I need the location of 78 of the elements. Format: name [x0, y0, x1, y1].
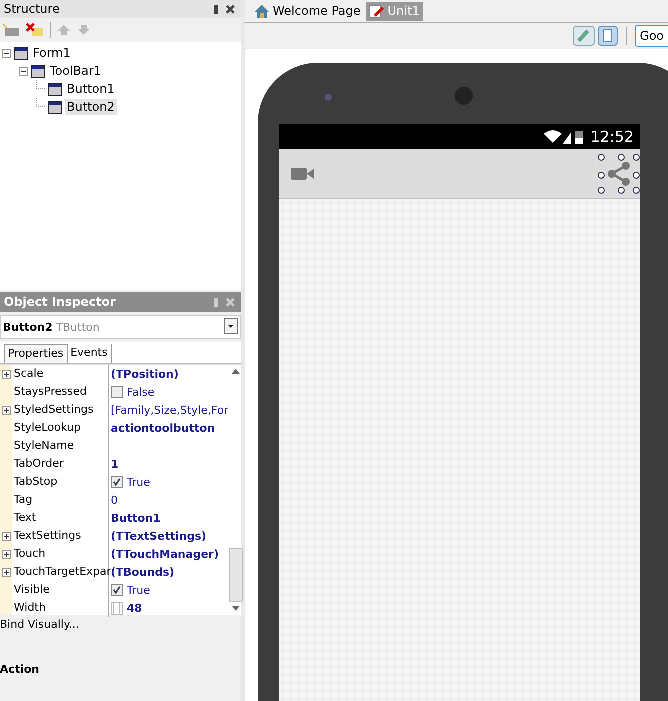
scrollbar-thumb[interactable]: [228, 548, 243, 602]
scroll-up-icon[interactable]: [232, 369, 240, 374]
selection-handle-icon[interactable]: [633, 154, 640, 160]
expand-icon[interactable]: [2, 568, 10, 576]
property-name: StyleLookup: [12, 419, 109, 437]
camera-lens-icon: [325, 94, 332, 101]
tree-item[interactable]: Button1: [65, 81, 117, 97]
film-strip-icon: [111, 602, 123, 614]
property-name: TextSettings: [12, 527, 109, 545]
expand-icon[interactable]: [2, 532, 10, 540]
checkbox[interactable]: [111, 476, 123, 488]
property-value[interactable]: Button1: [111, 512, 161, 524]
property-value[interactable]: True: [127, 584, 150, 596]
checkbox[interactable]: [111, 386, 123, 398]
property-name: Width: [12, 599, 109, 617]
close-icon[interactable]: [226, 4, 235, 14]
collapse-toggle-icon[interactable]: [19, 66, 28, 76]
collapse-toggle-icon[interactable]: [2, 48, 11, 58]
property-name: TabOrder: [12, 455, 109, 473]
property-value[interactable]: [Family,Size,Style,For: [111, 404, 229, 416]
property-value[interactable]: actiontoolbutton: [111, 422, 216, 434]
panel-title: Object Inspector: [4, 295, 116, 309]
view-selector-button[interactable]: Goo: [635, 25, 668, 47]
property-value[interactable]: (TTouchManager): [111, 548, 219, 560]
property-value[interactable]: 1: [111, 458, 119, 470]
inspector-tab[interactable]: Properties: [4, 344, 68, 363]
form-icon: [48, 100, 62, 114]
video-camera-icon[interactable]: [291, 166, 315, 180]
property-name: StaysPressed: [12, 383, 109, 401]
speaker-grille-icon: [455, 87, 473, 105]
delete-icon[interactable]: [26, 23, 44, 37]
object-selector[interactable]: Button2 TButton: [0, 315, 241, 339]
selection-handle-icon[interactable]: [618, 186, 625, 194]
property-name: Scale: [12, 365, 109, 383]
signal-battery-icon: [542, 128, 585, 144]
house-icon: [254, 4, 270, 18]
property-value[interactable]: (TPosition): [111, 368, 179, 380]
property-value[interactable]: (TBounds): [111, 566, 175, 578]
property-name: Tag: [12, 491, 109, 509]
inspector-tab[interactable]: Events: [68, 344, 112, 363]
property-value[interactable]: False: [127, 386, 155, 398]
selection-handle-icon[interactable]: [598, 172, 605, 178]
selection-handle-icon[interactable]: [598, 186, 605, 194]
property-name: TabStop: [12, 473, 109, 491]
pin-icon[interactable]: [214, 4, 218, 14]
property-value[interactable]: 0: [111, 494, 118, 506]
property-name: StyledSettings: [12, 401, 109, 419]
tree-item[interactable]: Form1: [31, 45, 73, 61]
phone-view-icon[interactable]: [598, 26, 618, 46]
bind-visually-link[interactable]: Bind Visually...: [0, 615, 241, 631]
property-value[interactable]: True: [127, 476, 150, 488]
tree-item[interactable]: Button2: [65, 99, 117, 115]
checkbox[interactable]: [111, 584, 123, 596]
editor-tab[interactable]: Welcome Page: [251, 2, 364, 20]
form-icon: [31, 64, 45, 78]
expand-icon[interactable]: [2, 370, 10, 378]
selection-handle-icon[interactable]: [633, 186, 640, 194]
form-icon: [48, 82, 62, 96]
edit-document-icon: [368, 4, 385, 18]
property-name: Text: [12, 509, 109, 527]
status-time: 12:52: [590, 128, 634, 146]
expand-icon[interactable]: [2, 406, 10, 414]
section-label: Action: [0, 663, 40, 676]
tree-item[interactable]: ToolBar1: [48, 63, 104, 79]
property-value[interactable]: (TTextSettings): [111, 530, 207, 542]
property-name: Touch: [12, 545, 109, 563]
panel-title: Structure: [4, 2, 60, 16]
selection-handle-icon[interactable]: [598, 154, 605, 160]
scroll-down-icon[interactable]: [232, 606, 240, 611]
selection-handle-icon[interactable]: [633, 172, 640, 178]
expand-icon[interactable]: [2, 550, 10, 558]
property-name: StyleName: [12, 437, 109, 455]
property-name: TouchTargetExpar: [12, 563, 109, 581]
dropdown-caret-icon[interactable]: [224, 318, 238, 334]
form-icon: [14, 46, 28, 60]
property-value[interactable]: 48: [127, 602, 142, 614]
selection-handle-icon[interactable]: [618, 154, 625, 160]
property-name: Visible: [12, 581, 109, 599]
